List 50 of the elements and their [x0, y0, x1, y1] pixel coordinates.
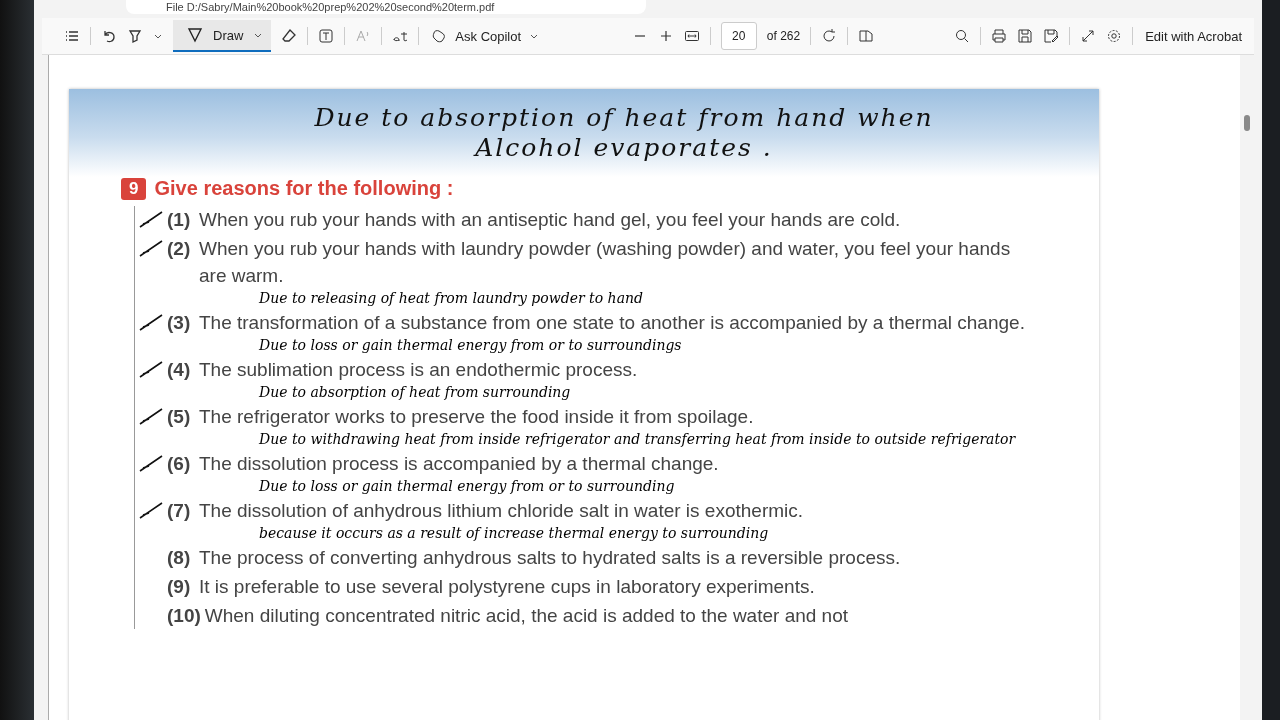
item-number: (6)	[167, 452, 192, 476]
item-number: (3)	[167, 311, 192, 335]
eraser-icon[interactable]	[281, 28, 298, 44]
draw-button[interactable]: Draw	[173, 20, 272, 52]
handwritten-note: Due to absorption of heat from surrounding	[259, 383, 572, 401]
handwritten-note: Due to loss or gain thermal energy from or to surrounding	[259, 477, 676, 495]
settings-icon[interactable]	[1106, 28, 1123, 44]
item-number: (5)	[167, 405, 192, 429]
question-text: The process of converting anhydrous salts to hydrated salts is a reversible process.	[199, 546, 902, 570]
question-text: It is preferable to use several polystyrene cups in laboratory experiments.	[199, 575, 816, 599]
question-text: The dissolution process is accompanied by a thermal change.	[199, 452, 720, 476]
rotate-icon[interactable]	[821, 28, 838, 44]
question-text: The refrigerator works to preserve the food inside it from spoilage.	[199, 405, 755, 429]
undo-icon[interactable]	[101, 28, 117, 44]
question-text: The transformation of a substance from one state to another is accompanied by a thermal change.	[199, 311, 1025, 335]
section-title: Give reasons for the following :	[154, 177, 454, 200]
highlighter-icon[interactable]	[127, 28, 143, 44]
item-number: (2)	[167, 237, 192, 261]
contents-icon[interactable]	[64, 28, 80, 44]
question-text: When diluting concentrated nitric acid, the acid is added to the water and not	[204, 604, 850, 628]
question-text: When you rub your hands with an antiseptic hand gel, you feel your hands are cold.	[199, 208, 902, 232]
item-number: (8)	[167, 546, 192, 570]
item-number: (9)	[167, 575, 192, 599]
print-icon[interactable]	[991, 28, 1008, 44]
full-screen-icon[interactable]	[1080, 28, 1097, 44]
save-icon[interactable]	[1017, 28, 1034, 44]
question-text: When you rub your hands with laundry powder (washing powder) and water, you feel your hands are warm.	[199, 237, 1012, 288]
fit-width-icon[interactable]	[683, 28, 700, 44]
edit-with-acrobat-button[interactable]: Edit with Acrobat	[1143, 28, 1244, 44]
item-number: (7)	[167, 499, 192, 523]
item-number: (4)	[167, 358, 192, 382]
question-text: The dissolution of anhydrous lithium chloride salt in water is exothermic.	[199, 499, 805, 523]
search-icon[interactable]	[954, 28, 971, 44]
page-count: of 262	[766, 29, 801, 43]
ask-copilot-button[interactable]: Ask Copilot	[429, 28, 542, 44]
handwritten-note: Due to withdrawing heat from inside refrigerator and transferring heat from inside to outside refrigerator	[259, 430, 1017, 448]
handwritten-note: because it occurs as a result of increase thermal energy to surrounding	[259, 524, 770, 542]
question-text: The sublimation process is an endothermic process.	[199, 358, 639, 382]
item-number: (1)	[167, 208, 192, 232]
save-as-icon[interactable]	[1043, 28, 1060, 44]
handwritten-note: Due to absorption of heat from hand when Alcohol evaporates .	[313, 103, 935, 163]
text-box-icon[interactable]	[318, 28, 335, 44]
page-view-icon[interactable]	[858, 28, 875, 44]
item-number: (10)	[167, 604, 201, 628]
handwritten-note: Due to releasing of heat from laundry powder to hand	[259, 289, 644, 307]
section-number: 9	[121, 177, 147, 200]
address-bar[interactable]: File D:/Sabry/Main%20book%20prep%202%20second%20term.pdf	[126, 0, 646, 14]
handwritten-note: Due to loss or gain thermal energy from or to surroundings	[259, 336, 683, 354]
page-number-field[interactable]: 20	[720, 22, 757, 50]
pen-icon	[187, 27, 203, 43]
